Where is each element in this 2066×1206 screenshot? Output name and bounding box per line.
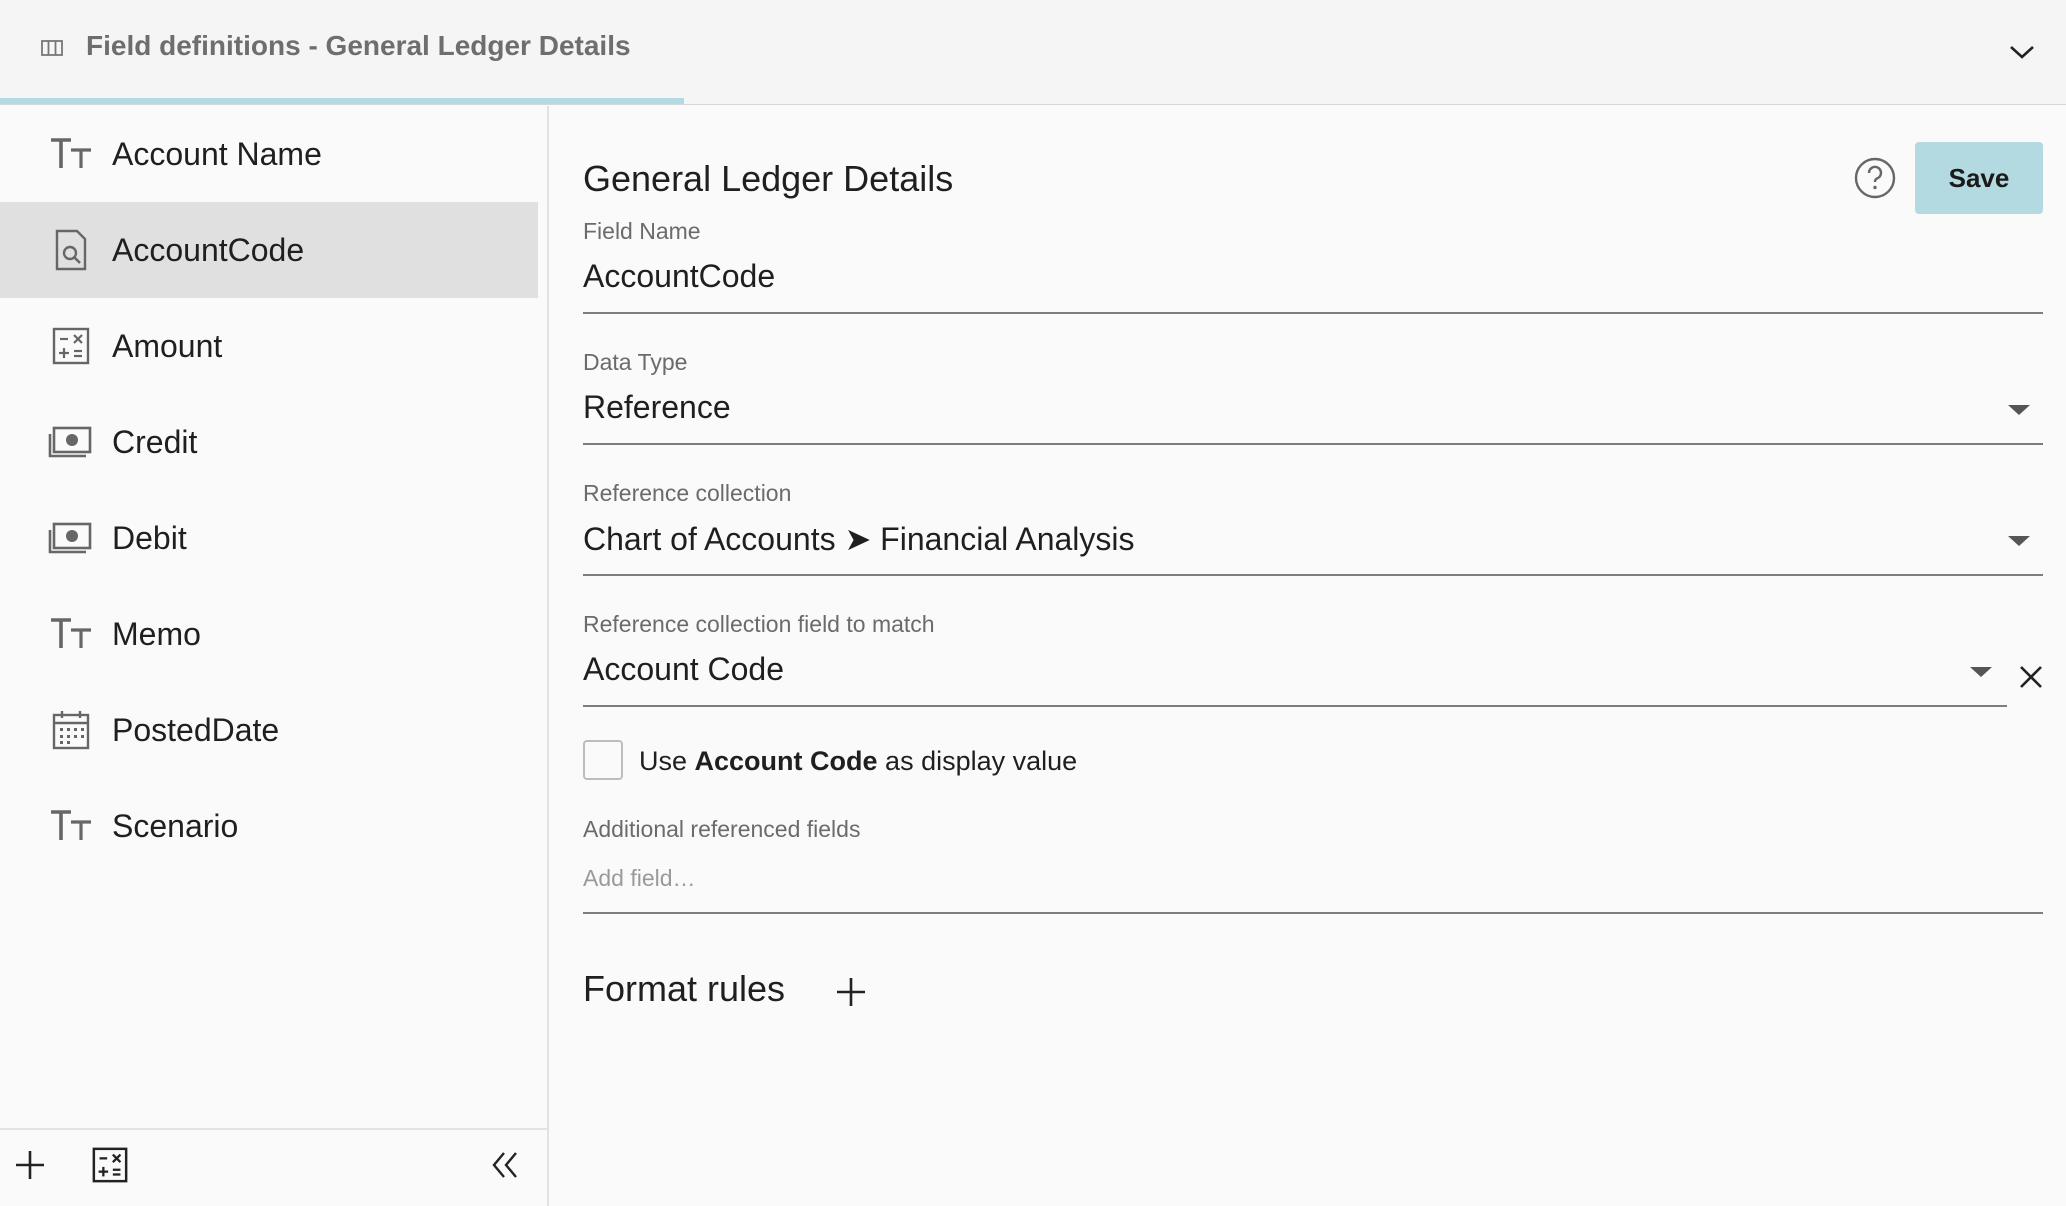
clear-match-field-button[interactable]: [2015, 663, 2047, 695]
reference-collection-value: Chart of Accounts ➤ Financial Analysis: [583, 521, 1135, 557]
match-field-underline: [583, 705, 2007, 707]
data-type-select[interactable]: Data Type Reference: [583, 349, 2043, 449]
sidebar-item-scenario[interactable]: Scenario: [0, 778, 538, 874]
sidebar-item-label: Debit: [112, 520, 187, 556]
dropdown-caret-icon[interactable]: [2008, 536, 2030, 546]
match-field-label: Reference collection field to match: [583, 611, 935, 637]
match-field-select[interactable]: Reference collection field to match Acco…: [583, 611, 2043, 711]
calendar-icon: [48, 710, 94, 750]
display-value-option: Use Account Code as display value: [583, 740, 1483, 782]
additional-fields-label: Additional referenced fields: [583, 816, 861, 842]
collapse-sidebar-button[interactable]: [481, 1142, 531, 1192]
sidebar-footer: [0, 1128, 547, 1206]
reference-collection-label: Reference collection: [583, 480, 792, 506]
format-rules-title: Format rules: [583, 968, 786, 1009]
field-name-field: Field Name AccountCode: [583, 218, 2043, 318]
sidebar-item-debit[interactable]: Debit: [0, 490, 538, 586]
top-bar: Field definitions - General Ledger Detai…: [0, 0, 2066, 105]
calculator-icon: [91, 1146, 129, 1189]
page-title: Field definitions - General Ledger Detai…: [86, 30, 631, 61]
match-field-value: Account Code: [583, 651, 785, 687]
field-list-sidebar: Account Name AccountCode Amount Credit D…: [0, 106, 549, 1206]
document-search-icon: [48, 229, 94, 271]
close-icon: [2018, 664, 2044, 695]
data-type-value: Reference: [583, 389, 731, 425]
sidebar-item-accountcode[interactable]: AccountCode: [0, 202, 538, 298]
text-type-icon: [48, 614, 94, 654]
add-format-rule-button[interactable]: [829, 972, 873, 1016]
sidebar-item-label: AccountCode: [112, 232, 305, 268]
help-button[interactable]: [1853, 157, 1897, 204]
sidebar-item-label: Credit: [112, 424, 198, 460]
sidebar-item-label: Amount: [112, 328, 223, 364]
sidebar-item-label: Account Name: [112, 136, 322, 172]
field-list: Account Name AccountCode Amount Credit D…: [0, 106, 538, 874]
field-name-label: Field Name: [583, 218, 701, 244]
reference-collection-select[interactable]: Reference collection Chart of Accounts ➤…: [583, 480, 2043, 580]
field-name-underline: [583, 312, 2043, 314]
data-type-label: Data Type: [583, 349, 688, 375]
add-field-button[interactable]: [5, 1142, 55, 1192]
display-value-label[interactable]: Use Account Code as display value: [639, 746, 1077, 777]
sidebar-item-amount[interactable]: Amount: [0, 298, 538, 394]
double-chevron-left-icon: [490, 1149, 522, 1186]
text-type-icon: [48, 806, 94, 846]
reference-collection-underline: [583, 574, 2043, 576]
save-button[interactable]: Save: [1915, 142, 2043, 214]
data-type-underline: [583, 443, 2043, 445]
loading-progress-bar: [0, 98, 684, 104]
money-icon: [48, 518, 94, 558]
display-value-checkbox[interactable]: [583, 740, 623, 780]
chevron-down-icon: [2008, 43, 2036, 66]
field-detail-panel: General Ledger Details Save Field Name A…: [551, 106, 2066, 1206]
additional-fields-field: Additional referenced fields: [583, 816, 2043, 916]
add-field-input[interactable]: [583, 856, 2043, 900]
dropdown-caret-icon[interactable]: [2008, 405, 2030, 415]
sidebar-item-memo[interactable]: Memo: [0, 586, 538, 682]
additional-fields-underline: [583, 912, 2043, 914]
plus-icon: [835, 976, 867, 1013]
sidebar-item-label: Memo: [112, 616, 201, 652]
panel-title: General Ledger Details: [583, 158, 954, 199]
add-calculated-field-button[interactable]: [85, 1142, 135, 1192]
field-name-input[interactable]: AccountCode: [583, 258, 775, 295]
sidebar-item-account-name[interactable]: Account Name: [0, 106, 538, 202]
dropdown-caret-icon[interactable]: [1970, 667, 1992, 677]
collapse-header-button[interactable]: [2000, 36, 2044, 72]
sidebar-item-credit[interactable]: Credit: [0, 394, 538, 490]
columns-icon: [40, 36, 64, 60]
help-circle-icon: [1854, 157, 1896, 204]
calculator-icon: [48, 326, 94, 366]
money-icon: [48, 422, 94, 462]
sidebar-item-posteddate[interactable]: PostedDate: [0, 682, 538, 778]
sidebar-item-label: PostedDate: [112, 712, 280, 748]
plus-icon: [14, 1149, 46, 1186]
sidebar-item-label: Scenario: [112, 808, 239, 844]
text-type-icon: [48, 134, 94, 174]
